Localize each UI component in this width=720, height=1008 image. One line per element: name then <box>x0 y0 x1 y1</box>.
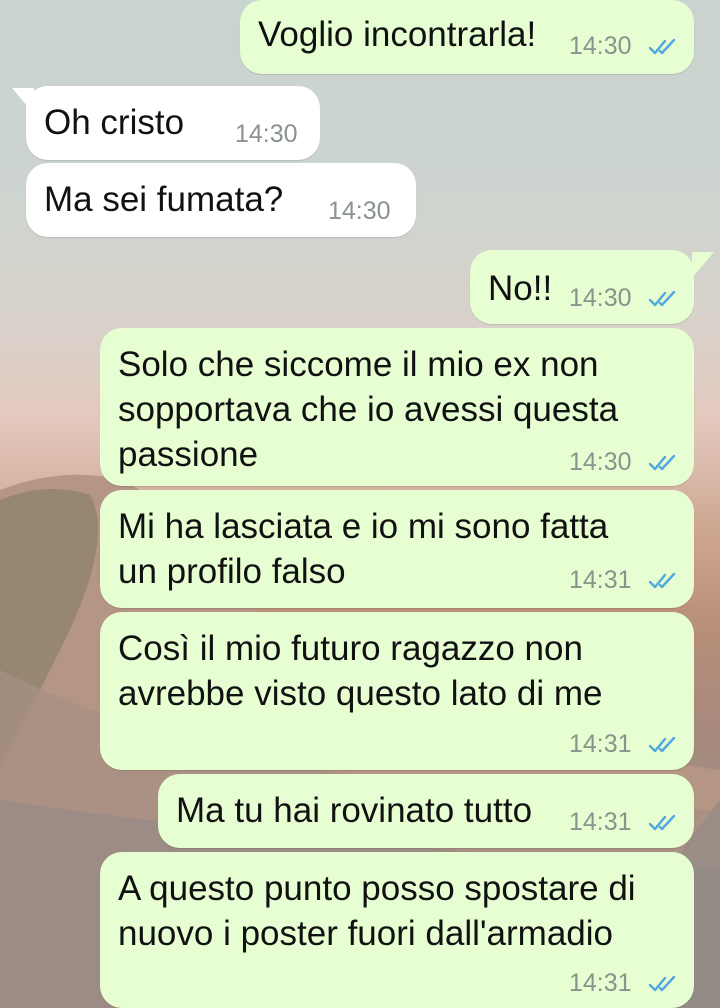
message-bubble-outgoing[interactable]: Voglio incontrarla! 14:30 <box>240 0 694 74</box>
message-timestamp: 14:31 <box>569 969 632 997</box>
message-text: No!! <box>488 269 553 308</box>
read-receipt-icon <box>648 454 676 471</box>
bubble-tail <box>692 252 714 278</box>
message-timestamp: 14:31 <box>569 566 632 594</box>
message-bubble-outgoing[interactable]: Solo che siccome il mio ex non sopportav… <box>100 328 694 486</box>
message-timestamp: 14:31 <box>569 808 632 836</box>
message-timestamp: 14:30 <box>569 284 632 312</box>
message-text: Voglio incontrarla! <box>258 15 537 54</box>
message-text: Oh cristo <box>44 103 185 142</box>
message-timestamp: 14:30 <box>569 448 632 476</box>
message-timestamp: 14:30 <box>569 32 632 60</box>
message-text: Solo che siccome il mio ex non sopportav… <box>118 345 619 474</box>
read-receipt-icon <box>648 736 676 753</box>
read-receipt-icon <box>648 290 676 307</box>
message-timestamp: 14:31 <box>569 730 632 758</box>
read-receipt-icon <box>648 572 676 589</box>
message-text: A questo punto posso spostare di nuovo i… <box>118 869 636 953</box>
message-text: Ma sei fumata? <box>44 180 284 219</box>
read-receipt-icon <box>648 975 676 992</box>
message-timestamp: 14:30 <box>328 197 391 225</box>
read-receipt-icon <box>648 814 676 831</box>
message-bubble-outgoing[interactable]: Ma tu hai rovinato tutto 14:31 <box>158 774 694 848</box>
message-bubble-outgoing[interactable]: A questo punto posso spostare di nuovo i… <box>100 852 694 1008</box>
message-text: Così il mio futuro ragazzo non avrebbe v… <box>118 629 603 713</box>
message-bubble-outgoing[interactable]: Così il mio futuro ragazzo non avrebbe v… <box>100 612 694 770</box>
message-bubble-incoming[interactable]: Oh cristo 14:30 <box>26 86 320 160</box>
message-bubble-incoming[interactable]: Ma sei fumata? 14:30 <box>26 163 416 237</box>
message-text: Ma tu hai rovinato tutto <box>176 791 533 830</box>
message-text: Mi ha lasciata e io mi sono fatta un pro… <box>118 507 609 591</box>
message-bubble-outgoing[interactable]: No!! 14:30 <box>470 250 694 324</box>
read-receipt-icon <box>648 38 676 55</box>
message-timestamp: 14:30 <box>235 120 298 148</box>
message-bubble-outgoing[interactable]: Mi ha lasciata e io mi sono fatta un pro… <box>100 490 694 608</box>
